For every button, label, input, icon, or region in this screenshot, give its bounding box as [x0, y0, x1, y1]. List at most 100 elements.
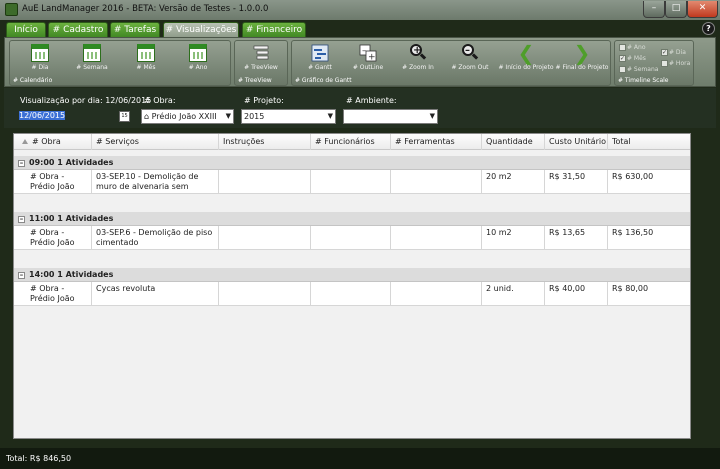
chevron-down-icon: ▼	[429, 112, 435, 120]
gantt-button[interactable]: # Gantt	[298, 44, 342, 74]
ribbon-group-timeline: # Ano ✓ # Mês # Semana ✓ # Dia # Hora # Ti…	[614, 40, 694, 86]
treeview-label: # TreeView	[244, 64, 278, 71]
minimize-button[interactable]: –	[643, 1, 665, 18]
collapse-icon[interactable]: –	[18, 272, 25, 279]
ambiente-select[interactable]: ▼	[343, 109, 438, 124]
help-button[interactable]: ?	[702, 22, 715, 35]
col-ferramentas[interactable]: # Ferramentas	[391, 134, 482, 150]
collapse-icon[interactable]: –	[18, 160, 25, 167]
dia-button[interactable]: # Dia	[18, 44, 62, 74]
timeline-semana-checkbox[interactable]: # Semana	[619, 66, 658, 73]
ribbon-group-treeview: # TreeView # TreeView	[234, 40, 288, 86]
zoom-out-button[interactable]: – # Zoom Out	[448, 44, 492, 74]
date-title: Visualização por dia: 12/06/2015	[20, 96, 152, 105]
projeto-select[interactable]: 2015 ▼	[241, 109, 336, 124]
treeview-group-label: # TreeView	[238, 77, 272, 84]
dia-label: # Dia	[31, 64, 49, 71]
chevron-right-icon: ❯	[573, 41, 591, 65]
cell-custo-unitario: R$ 13,65	[545, 226, 608, 250]
date-field[interactable]: 12/06/2015	[17, 109, 117, 124]
timeline-semana-label: # Semana	[627, 66, 659, 73]
treeview-button[interactable]: # TreeView	[239, 44, 283, 74]
chevron-down-icon: ▼	[225, 112, 231, 120]
cell-ferramentas	[391, 282, 482, 306]
table-row[interactable]: # Obra - Prédio João XXIII 03-SEP.6 - De…	[14, 226, 690, 250]
inicio-projeto-button[interactable]: ❮ # Início do Projeto	[498, 41, 554, 74]
col-quantidade[interactable]: Quantidade	[482, 134, 545, 150]
group-row[interactable]: –09:00 1 Atividades	[14, 156, 690, 170]
chevron-down-icon: ▼	[327, 112, 333, 120]
tab-inicio[interactable]: Início	[6, 22, 46, 38]
cell-total: R$ 136,50	[608, 226, 690, 250]
timeline-hora-checkbox[interactable]: # Hora	[661, 60, 690, 67]
chevron-left-icon: ❮	[517, 41, 535, 65]
semana-button[interactable]: # Semana	[70, 44, 114, 74]
obra-select[interactable]: ⌂ Prédio João XXIII ▼	[141, 109, 234, 124]
col-servicos[interactable]: # Serviços	[92, 134, 219, 150]
cell-obra: # Obra - Prédio João XXIII	[14, 170, 92, 194]
col-obra[interactable]: # Obra	[28, 134, 92, 150]
mes-label: # Mês	[136, 64, 156, 71]
obra-label: # Obra:	[144, 96, 176, 105]
gantt-icon	[311, 44, 329, 62]
final-projeto-label: # Final do Projeto	[555, 64, 609, 71]
timeline-mes-checkbox[interactable]: ✓ # Mês	[619, 55, 646, 62]
semana-label: # Semana	[76, 64, 108, 71]
cell-servicos: Cycas revoluta	[92, 282, 219, 306]
col-instrucoes[interactable]: Instruções	[219, 134, 311, 150]
svg-text:+: +	[368, 53, 376, 63]
cell-quantidade: 2 unid.	[482, 282, 545, 306]
calendario-group-label: # Calendário	[13, 77, 53, 84]
outline-button[interactable]: – + # OutLine	[346, 44, 390, 74]
cell-instrucoes	[219, 282, 311, 306]
cell-servicos: 03-SEP.10 - Demolição de muro de alvenar…	[92, 170, 219, 194]
ano-button[interactable]: # Ano	[176, 44, 220, 74]
mes-button[interactable]: # Mês	[124, 44, 168, 74]
ambiente-label: # Ambiente:	[346, 96, 397, 105]
tab-financeiro[interactable]: # Financeiro	[242, 22, 306, 38]
zoom-in-label: # Zoom In	[402, 64, 434, 71]
activities-grid: # Obra # Serviços Instruções # Funcionár…	[13, 133, 691, 439]
col-total[interactable]: Total	[608, 134, 690, 150]
grid-empty-area	[14, 306, 690, 438]
ribbon-group-gantt: # Gantt – + # OutLine + # Zoom In – # Zo…	[291, 40, 611, 86]
treeview-icon	[253, 45, 269, 60]
group-row[interactable]: –14:00 1 Atividades	[14, 268, 690, 282]
cell-ferramentas	[391, 226, 482, 250]
cell-custo-unitario: R$ 40,00	[545, 282, 608, 306]
total-label: Total: R$ 846,50	[6, 454, 72, 463]
timeline-hora-label: # Hora	[669, 60, 691, 67]
group-header: 11:00 1 Atividades	[29, 214, 114, 223]
cell-funcionarios	[311, 170, 391, 194]
calendar-picker-icon[interactable]: 15	[119, 111, 130, 122]
tab-visualizacoes[interactable]: # Visualizações	[163, 22, 239, 38]
maximize-button[interactable]: □	[665, 1, 687, 18]
timeline-dia-checkbox[interactable]: ✓ # Dia	[661, 49, 686, 56]
date-value: 12/06/2015	[19, 111, 66, 120]
ano-label: # Ano	[188, 64, 208, 71]
gantt-group-label: # Gráfico de Gantt	[295, 77, 352, 84]
outline-icon: – +	[359, 44, 377, 62]
cell-instrucoes	[219, 226, 311, 250]
ribbon-group-calendario: # Dia # Semana # Mês # Ano # Calendário	[9, 40, 231, 86]
collapse-icon[interactable]: –	[18, 216, 25, 223]
timeline-ano-checkbox[interactable]: # Ano	[619, 44, 646, 51]
timeline-mes-label: # Mês	[627, 55, 646, 62]
cell-funcionarios	[311, 282, 391, 306]
table-row[interactable]: # Obra - Prédio João XXIII 03-SEP.10 - D…	[14, 170, 690, 194]
projeto-label: # Projeto:	[244, 96, 284, 105]
zoom-in-button[interactable]: + # Zoom In	[396, 44, 440, 74]
table-row[interactable]: # Obra - Prédio João XXIII Cycas revolut…	[14, 282, 690, 306]
tab-cadastro[interactable]: # Cadastro	[48, 22, 108, 38]
cell-obra: # Obra - Prédio João XXIII	[14, 282, 92, 306]
final-projeto-button[interactable]: ❯ # Final do Projeto	[554, 41, 610, 74]
col-custo-unitario[interactable]: Custo Unitário	[545, 134, 608, 150]
cell-instrucoes	[219, 170, 311, 194]
tab-strip: Início # Cadastro # Tarefas # Visualizaç…	[0, 20, 720, 38]
grid-header: # Obra # Serviços Instruções # Funcionár…	[14, 134, 690, 150]
col-funcionarios[interactable]: # Funcionários	[311, 134, 391, 150]
tab-tarefas[interactable]: # Tarefas	[110, 22, 160, 38]
close-button[interactable]: ✕	[687, 1, 718, 18]
group-row[interactable]: –11:00 1 Atividades	[14, 212, 690, 226]
obra-value: Prédio João XXIII	[151, 112, 217, 121]
